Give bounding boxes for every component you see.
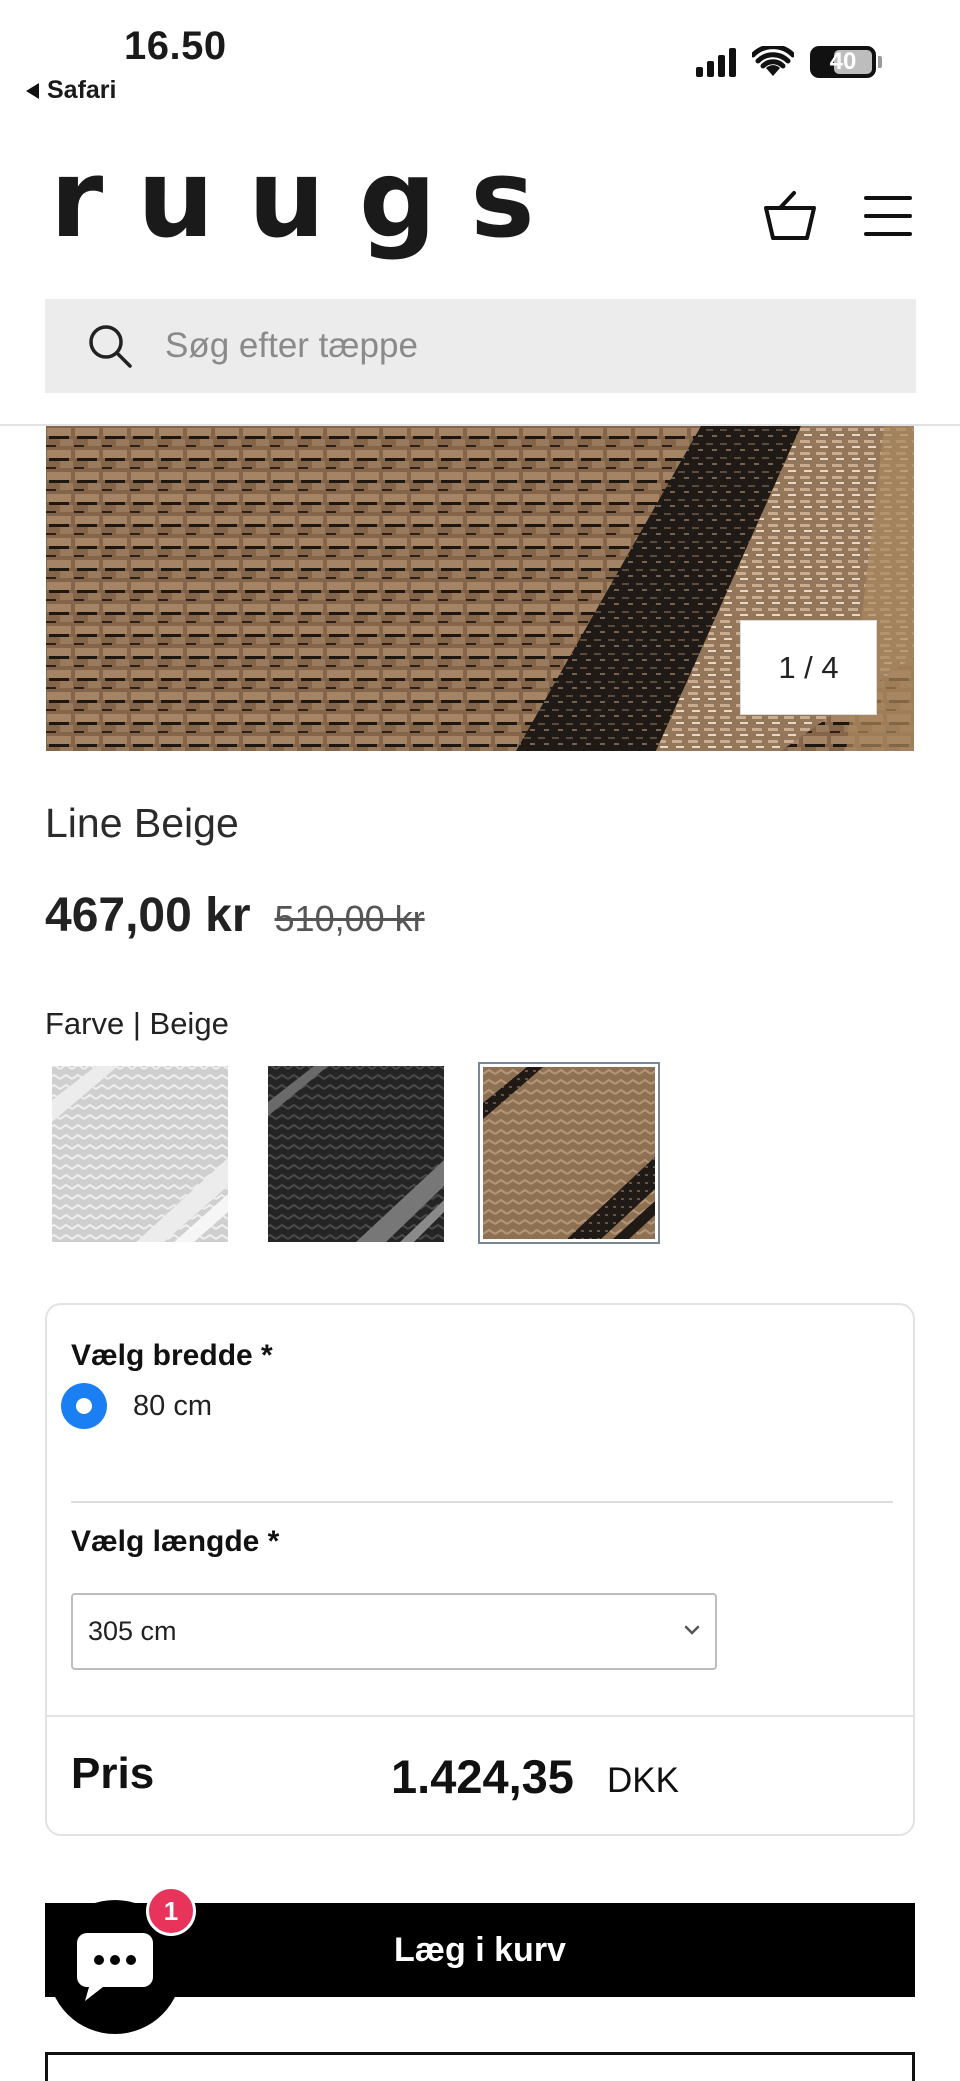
battery-level: 40 <box>829 48 857 75</box>
width-option-label: 80 cm <box>133 1389 212 1422</box>
radio-selected[interactable] <box>61 1383 107 1429</box>
hamburger-menu-icon[interactable] <box>864 196 912 236</box>
search-bar[interactable]: Søg efter tæppe <box>45 299 916 393</box>
product-title: Line Beige <box>45 800 239 846</box>
color-swatch-grey[interactable] <box>48 1062 230 1244</box>
old-price: 510,00 kr <box>274 898 425 939</box>
gallery-pager: 1 / 4 <box>740 620 877 715</box>
status-time: 16.50 <box>124 24 227 68</box>
total-price-label: Pris <box>71 1749 155 1798</box>
product-options-card: Vælg bredde * 80 cm Vælg længde * 305 cm… <box>45 1303 915 1836</box>
search-icon <box>89 325 132 368</box>
status-bar: 16.50 Safari 40 <box>0 0 960 120</box>
search-input[interactable]: Søg efter tæppe <box>165 326 418 366</box>
price-row: 467,00 kr 510,00 kr <box>45 888 425 943</box>
color-swatch-beige[interactable] <box>478 1062 660 1244</box>
width-heading: Vælg bredde * <box>71 1339 273 1372</box>
back-label: Safari <box>47 76 117 104</box>
price-divider <box>47 1715 913 1717</box>
total-price-value: 1.424,35 <box>391 1750 574 1803</box>
chevron-down-icon <box>684 1625 700 1635</box>
length-select[interactable]: 305 cm <box>71 1593 717 1670</box>
chat-notification-badge: 1 <box>146 1886 196 1936</box>
back-arrow-icon <box>26 82 39 99</box>
basket-icon[interactable] <box>762 190 818 242</box>
wifi-icon <box>752 46 794 76</box>
cellular-signal-icon <box>696 47 736 77</box>
status-icons: 40 <box>696 46 882 78</box>
color-label: Farve | Beige <box>45 1006 229 1041</box>
width-option-80[interactable]: 80 cm <box>61 1383 212 1429</box>
battery-icon: 40 <box>810 46 882 78</box>
length-heading: Vælg længde * <box>71 1525 280 1558</box>
chat-icon <box>77 1933 153 2001</box>
options-divider <box>71 1501 893 1503</box>
site-logo[interactable]: ruugs <box>50 146 569 254</box>
color-swatch-black[interactable] <box>264 1062 446 1244</box>
total-price-currency: DKK <box>607 1761 679 1800</box>
current-price: 467,00 kr <box>45 889 251 942</box>
secondary-button[interactable] <box>45 2052 915 2081</box>
back-to-safari[interactable]: Safari <box>26 76 116 105</box>
length-select-value: 305 cm <box>88 1616 177 1646</box>
